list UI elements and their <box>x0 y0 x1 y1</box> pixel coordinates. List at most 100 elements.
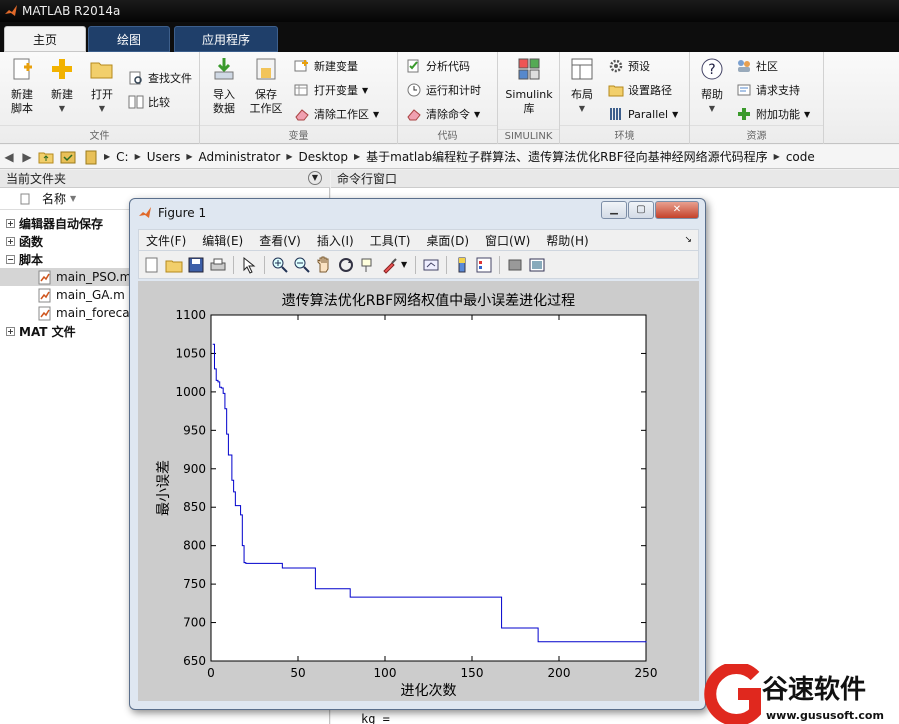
open-file-icon[interactable] <box>165 256 183 274</box>
community-button[interactable]: 社区 <box>736 56 778 76</box>
breadcrumb-item[interactable]: 基于matlab编程粒子群算法、遗传算法优化RBF径向基神经网络源代码程序 <box>366 148 768 165</box>
set-path-button[interactable]: 设置路径 <box>608 80 672 100</box>
menu-file[interactable]: 文件(F) <box>146 232 186 249</box>
expand-icon[interactable]: + <box>6 326 15 336</box>
menu-window[interactable]: 窗口(W) <box>485 232 530 249</box>
breadcrumb-item[interactable]: C: <box>116 150 128 164</box>
back-icon[interactable]: ◀ <box>0 150 18 164</box>
y-tick-label: 850 <box>183 500 206 514</box>
folder-open-icon <box>90 62 113 79</box>
toolbar-separator <box>233 255 234 274</box>
chevron-down-icon: ▼ <box>578 104 586 113</box>
chevron-down-icon[interactable]: ▼ <box>401 260 407 269</box>
tab-apps[interactable]: 应用程序 <box>174 26 278 52</box>
zoom-in-icon[interactable] <box>271 256 289 274</box>
expand-icon[interactable]: + <box>6 218 15 228</box>
breadcrumb-item[interactable]: code <box>786 150 815 164</box>
toolbar-separator <box>415 255 417 274</box>
run-and-time-button[interactable]: 运行和计时 <box>406 80 481 100</box>
brush-icon[interactable] <box>381 256 399 274</box>
open-variable-button[interactable]: 打开变量 ▼ <box>294 80 368 100</box>
maximize-button[interactable]: ▢ <box>628 201 654 219</box>
request-support-label: 请求支持 <box>756 84 800 97</box>
toolbar-separator <box>264 255 265 274</box>
help-button[interactable]: ? 帮助 ▼ <box>692 56 732 116</box>
show-plot-tools-icon[interactable] <box>528 256 546 274</box>
add-ons-label: 附加功能 <box>756 108 800 121</box>
menu-view[interactable]: 查看(V) <box>259 232 301 249</box>
save-workspace-label: 保存 工作区 <box>249 88 283 115</box>
link-plot-icon[interactable] <box>422 256 440 274</box>
colorbar-icon[interactable] <box>453 256 471 274</box>
save-icon[interactable] <box>187 256 205 274</box>
save-workspace-button[interactable]: 保存 工作区 <box>246 56 286 116</box>
watermark-url: www.gususoft.com <box>766 709 884 722</box>
current-folder-header: 当前文件夹 ▼ <box>0 170 330 188</box>
compare-button[interactable]: 比较 <box>128 92 170 112</box>
x-tick-label: 200 <box>548 666 571 680</box>
import-data-button[interactable]: 导入 数据 <box>204 56 244 116</box>
new-script-button[interactable]: 新建 脚本 <box>2 56 42 116</box>
browse-folder-icon[interactable] <box>60 149 76 165</box>
breadcrumb-item[interactable]: Users <box>147 150 181 164</box>
forward-icon[interactable]: ▶ <box>18 150 36 164</box>
figure-window[interactable]: Figure 1 ▁ ▢ ✕ 文件(F) 编辑(E) 查看(V) 插入(I) 工… <box>129 198 706 710</box>
eraser-icon <box>407 109 421 121</box>
pointer-icon[interactable] <box>240 256 258 274</box>
pan-hand-icon[interactable] <box>315 256 333 274</box>
ribbon-tabs: 主页 绘图 应用程序 <box>0 22 899 52</box>
parallel-button[interactable]: Parallel ▼ <box>608 104 678 124</box>
simulink-library-button[interactable]: Simulink 库 <box>504 56 554 116</box>
y-tick-label: 1000 <box>175 385 206 399</box>
rotate-3d-icon[interactable] <box>337 256 355 274</box>
layout-button[interactable]: 布局 ▼ <box>562 56 602 116</box>
find-files-button[interactable]: 查找文件 <box>128 68 192 88</box>
group-file-label: 文件 <box>0 125 199 142</box>
request-support-button[interactable]: 请求支持 <box>736 80 800 100</box>
data-cursor-icon[interactable] <box>359 256 377 274</box>
new-figure-icon[interactable] <box>143 256 161 274</box>
column-name-label: 名称 <box>42 192 67 206</box>
analyze-code-icon <box>407 59 419 73</box>
menu-insert[interactable]: 插入(I) <box>317 232 354 249</box>
breadcrumb-item[interactable]: Administrator <box>199 150 281 164</box>
zoom-out-icon[interactable] <box>293 256 311 274</box>
legend-icon[interactable] <box>475 256 493 274</box>
tab-plots[interactable]: 绘图 <box>88 26 170 52</box>
panel-menu-icon[interactable]: ▼ <box>308 171 322 185</box>
figure-canvas[interactable]: 0 50 100 150 200 250 650 700 750 800 850 900 950 1000… <box>138 281 699 701</box>
clear-workspace-button[interactable]: 清除工作区 ▼ <box>294 104 379 124</box>
up-folder-icon[interactable] <box>38 149 54 165</box>
collapse-icon[interactable]: − <box>6 254 15 264</box>
dock-arrow-icon[interactable]: ↘ <box>684 235 692 245</box>
open-variable-label: 打开变量 <box>314 84 358 97</box>
open-button[interactable]: 打开 ▼ <box>82 56 122 116</box>
figure-toolbar: ▼ <box>138 251 699 279</box>
figure-title-bar[interactable]: Figure 1 ▁ ▢ ✕ <box>130 199 705 227</box>
new-button[interactable]: 新建 ▼ <box>42 56 82 116</box>
minimize-button[interactable]: ▁ <box>601 201 627 219</box>
clear-commands-button[interactable]: 清除命令 ▼ <box>406 104 480 124</box>
preferences-button[interactable]: 预设 <box>608 56 650 76</box>
menu-desktop[interactable]: 桌面(D) <box>426 232 469 249</box>
layout-icon <box>571 58 593 80</box>
menu-tools[interactable]: 工具(T) <box>370 232 411 249</box>
analyze-code-button[interactable]: 分析代码 <box>406 56 470 76</box>
add-ons-button[interactable]: 附加功能 ▼ <box>736 104 810 124</box>
menu-help[interactable]: 帮助(H) <box>546 232 588 249</box>
command-window-header: 命令行窗口 <box>331 170 899 188</box>
menu-edit[interactable]: 编辑(E) <box>202 232 243 249</box>
open-label: 打开 <box>91 88 113 101</box>
tree-group-label: MAT 文件 <box>19 324 76 339</box>
import-data-label: 导入 数据 <box>213 88 235 115</box>
close-button[interactable]: ✕ <box>655 201 699 219</box>
find-files-label: 查找文件 <box>148 72 192 85</box>
new-variable-button[interactable]: 新建变量 <box>294 56 358 76</box>
tab-home[interactable]: 主页 <box>4 26 86 52</box>
hide-plot-tools-icon[interactable] <box>506 256 524 274</box>
breadcrumb-separator: ▶ <box>353 152 361 161</box>
expand-icon[interactable]: + <box>6 236 15 246</box>
chevron-down-icon: ▼ <box>708 104 716 113</box>
print-icon[interactable] <box>209 256 227 274</box>
breadcrumb-item[interactable]: Desktop <box>298 150 348 164</box>
